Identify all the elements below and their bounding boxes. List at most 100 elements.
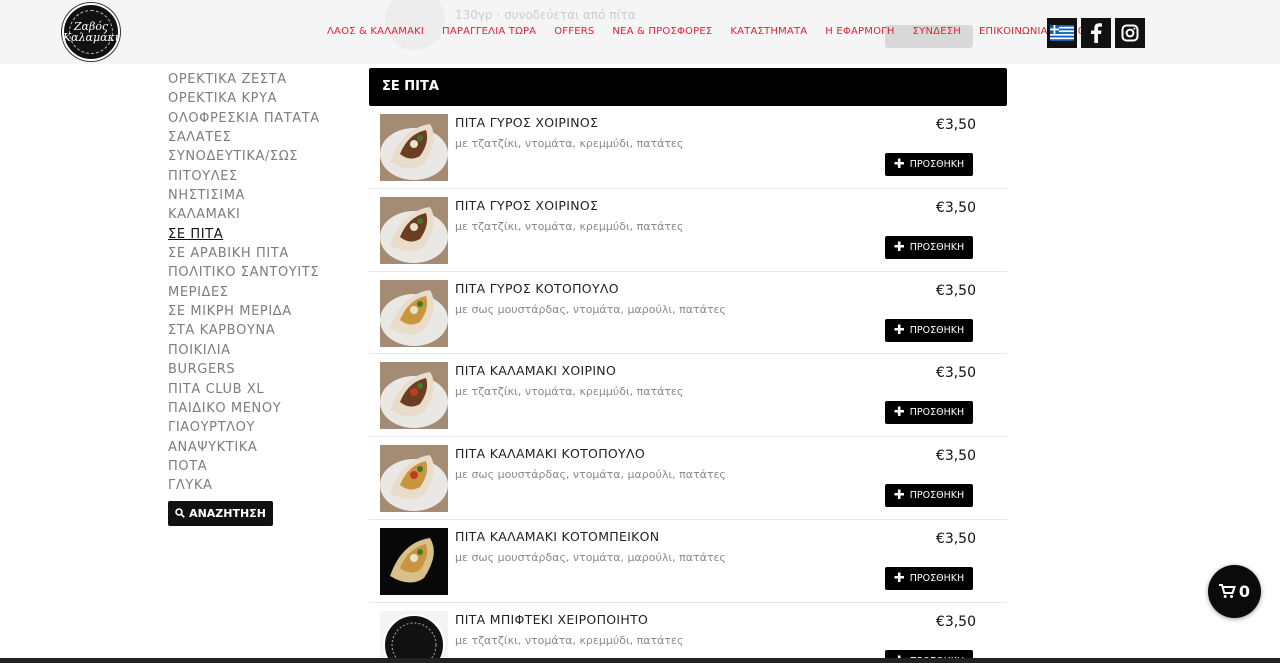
floating-cart-button[interactable]: 0	[1208, 565, 1261, 618]
product-name[interactable]: ΠΙΤΑ ΜΠΙΦΤΕΚΙ ΧΕΙΡΟΠΟΙΗΤΟ	[455, 612, 648, 627]
nav-item-order-now[interactable]: ΠΑΡΑΓΓΕΛΙΑ ΤΩΡΑ	[442, 26, 536, 37]
sidebar-item-soft-drinks[interactable]: ΑΝΑΨΥΚΤΙΚΑ	[168, 438, 348, 457]
product-row: ΠΙΤΑ ΚΑΛΑΜΑΚΙ ΚΟΤΟΜΠΕΙΚΟΝ με σως μουστάρδ…	[369, 520, 1007, 603]
product-image[interactable]	[380, 610, 448, 663]
add-to-cart-button[interactable]: ✚ ΠΡΟΣΘΗΚΗ	[885, 153, 973, 176]
plus-icon: ✚	[893, 239, 905, 255]
product-image[interactable]	[380, 362, 448, 430]
product-name[interactable]: ΠΙΤΑ ΚΑΛΑΜΑΚΙ ΧΟΙΡΙΝΟ	[455, 363, 616, 378]
plus-icon: ✚	[893, 570, 905, 586]
sidebar-item-salads[interactable]: ΣΑΛΑΤΕΣ	[168, 128, 348, 147]
product-description: με τζατζίκι, ντομάτα, κρεμμύδι, πατάτες	[455, 633, 684, 647]
add-to-cart-button[interactable]: ✚ ΠΡΟΣΘΗΚΗ	[885, 401, 973, 425]
cart-icon	[1218, 584, 1236, 598]
product-row: ΠΙΤΑ ΚΑΛΑΜΑΚΙ ΧΟΙΡΙΝΟ με τζατζίκι, ντομάτ…	[369, 354, 1007, 438]
product-name[interactable]: ΠΙΤΑ ΚΑΛΑΜΑΚΙ ΚΟΤΟΜΠΕΙΚΟΝ	[455, 529, 659, 544]
search-button[interactable]: ΑΝΑΖΗΤΗΣΗ	[168, 500, 273, 526]
product-price: €3,50	[935, 365, 976, 382]
add-to-cart-label: ΠΡΟΣΘΗΚΗ	[909, 572, 965, 584]
product-name[interactable]: ΠΙΤΑ ΓΥΡΟΣ ΚΟΤΟΠΟΥΛΟ	[455, 281, 619, 296]
add-to-cart-button[interactable]: ✚ ΠΡΟΣΘΗΚΗ	[885, 484, 973, 508]
category-sidebar: ΟΡΕΚΤΙΚΑ ΖΕΣΤΑ ΟΡΕΚΤΙΚΑ ΚΡΥΑ ΟΛΟΦΡΕΣΚΙΑ …	[168, 70, 348, 526]
product-price: €3,50	[935, 117, 976, 133]
add-to-cart-label: ΠΡΟΣΘΗΚΗ	[909, 490, 965, 502]
brand-logo[interactable]: Ζαβός Καλαμάκι	[62, 3, 120, 61]
nav-item-contact[interactable]: ΕΠΙΚΟΙΝΩΝΙΑ	[979, 26, 1048, 37]
sidebar-item-kids-menu[interactable]: ΠΑΙΔΙΚΟ ΜΕΝΟΥ	[168, 399, 348, 418]
product-description: με σως μουστάρδας, ντομάτα, μαρούλι, πατ…	[455, 468, 726, 482]
product-description: με σως μουστάρδας, ντομάτα, μαρούλι, πατ…	[455, 302, 726, 316]
sidebar-item-se-pita[interactable]: ΣΕ ΠΙΤΑ	[168, 225, 348, 244]
nav-item-login[interactable]: ΣΥΝΔΕΣΗ	[913, 26, 961, 37]
instagram-link[interactable]	[1115, 18, 1145, 48]
sidebar-item-pita-club-xl[interactable]: ΠΙΤΑ CLUB XL	[168, 380, 348, 399]
sidebar-item-desserts[interactable]: ΓΛΥΚΑ	[168, 476, 348, 495]
product-image[interactable]	[380, 279, 448, 347]
plus-icon: ✚	[893, 405, 905, 421]
sidebar-item-arabic-pita[interactable]: ΣΕ ΑΡΑΒΙΚΗ ΠΙΤΑ	[168, 244, 348, 263]
nav-item-offers[interactable]: OFFERS	[554, 26, 594, 37]
product-image[interactable]	[380, 196, 448, 264]
add-to-cart-button[interactable]: ✚ ΠΡΟΣΘΗΚΗ	[885, 566, 973, 590]
nav-item-stores[interactable]: ΚΑΤΑΣΤΗΜΑΤΑ	[730, 26, 807, 37]
sidebar-item-small-portion[interactable]: ΣΕ ΜΙΚΡΗ ΜΕΡΙΔΑ	[168, 302, 348, 321]
product-list: ΠΙΤΑ ΓΥΡΟΣ ΧΟΙΡΙΝΟΣ με τζατζίκι, ντομάτα,…	[369, 106, 1007, 663]
nav-item-news-offers[interactable]: ΝΕΑ & ΠΡΟΣΦΟΡΕΣ	[612, 26, 712, 37]
sidebar-item-sides-sauces[interactable]: ΣΥΝΟΔΕΥΤΙΚΑ/ΣΩΣ	[168, 147, 348, 166]
product-row: ΠΙΤΑ ΚΑΛΑΜΑΚΙ ΚΟΤΟΠΟΥΛΟ με σως μουστάρδας…	[369, 437, 1007, 520]
plus-icon: ✚	[893, 157, 905, 172]
product-image[interactable]	[380, 114, 448, 181]
add-to-cart-label: ΠΡΟΣΘΗΚΗ	[909, 159, 965, 170]
sidebar-item-pitoules[interactable]: ΠΙΤΟΥΛΕΣ	[168, 167, 348, 186]
nav-item-laos-kalamaki[interactable]: ΛΑΟΣ & ΚΑΛΑΜΑΚΙ	[327, 26, 424, 37]
plus-icon: ✚	[893, 322, 905, 338]
product-row: ΠΙΤΑ ΓΥΡΟΣ ΧΟΙΡΙΝΟΣ με τζατζίκι, ντομάτα,…	[369, 189, 1007, 272]
sidebar-item-lenten[interactable]: ΝΗΣΤΙΣΙΜΑ	[168, 186, 348, 205]
product-description: με τζατζίκι, ντομάτα, κρεμμύδι, πατάτες	[455, 137, 684, 150]
floating-cart-count: 0	[1238, 582, 1251, 601]
product-description: με σως μουστάρδας, ντομάτα, μαρούλι, πατ…	[455, 550, 726, 564]
add-to-cart-label: ΠΡΟΣΘΗΚΗ	[909, 407, 965, 419]
site-header: 130γρ · συνοδεύεται από πίτα Ζαβός Καλαμ…	[0, 0, 1280, 64]
ghost-text: 130γρ · συνοδεύεται από πίτα	[455, 8, 636, 22]
sidebar-item-fresh-fries[interactable]: ΟΛΟΦΡΕΣΚΙΑ ΠΑΤΑΤΑ	[168, 109, 348, 128]
facebook-icon	[1091, 23, 1102, 43]
product-row: ΠΙΤΑ ΓΥΡΟΣ ΧΟΙΡΙΝΟΣ με τζατζίκι, ντομάτα,…	[369, 106, 1007, 189]
greek-flag-icon	[1050, 25, 1074, 41]
sidebar-item-appetizers-cold[interactable]: ΟΡΕΚΤΙΚΑ ΚΡΥΑ	[168, 89, 348, 108]
product-image[interactable]	[380, 445, 448, 513]
search-button-label: ΑΝΑΖΗΤΗΣΗ	[189, 506, 266, 520]
sidebar-item-drinks[interactable]: ΠΟΤΑ	[168, 457, 348, 476]
product-description: με τζατζίκι, ντομάτα, κρεμμύδι, πατάτες	[455, 219, 684, 233]
sidebar-item-kalamaki[interactable]: ΚΑΛΑΜΑΚΙ	[168, 205, 348, 224]
language-greek-button[interactable]	[1047, 18, 1077, 48]
product-price: €3,50	[935, 530, 976, 547]
nav-item-app[interactable]: Η ΕΦΑΡΜΟΓΗ	[825, 26, 894, 37]
sidebar-item-burgers[interactable]: BURGERS	[168, 360, 348, 379]
product-name[interactable]: ΠΙΤΑ ΚΑΛΑΜΑΚΙ ΚΟΤΟΠΟΥΛΟ	[455, 446, 645, 461]
product-name[interactable]: ΠΙΤΑ ΓΥΡΟΣ ΧΟΙΡΙΝΟΣ	[455, 115, 598, 130]
section-title: ΣΕ ΠΙΤΑ	[369, 68, 1007, 106]
product-name[interactable]: ΠΙΤΑ ΓΥΡΟΣ ΧΟΙΡΙΝΟΣ	[455, 198, 598, 213]
product-description: με τζατζίκι, ντομάτα, κρεμμύδι, πατάτες	[455, 385, 684, 399]
product-price: €3,50	[935, 199, 976, 216]
add-to-cart-button[interactable]: ✚ ΠΡΟΣΘΗΚΗ	[885, 235, 973, 259]
main-nav: ΛΑΟΣ & ΚΑΛΑΜΑΚΙ ΠΑΡΑΓΓΕΛΙΑ ΤΩΡΑ OFFERS Ν…	[327, 26, 1084, 37]
ghost-logo	[385, 0, 445, 50]
facebook-link[interactable]	[1081, 18, 1111, 48]
product-price: €3,50	[935, 448, 976, 465]
product-image[interactable]	[380, 527, 448, 595]
instagram-icon	[1121, 24, 1139, 42]
sidebar-item-politiko-sandwich[interactable]: ΠΟΛΙΤΙΚΟ ΣΑΝΤΟΥΙΤΣ	[168, 263, 348, 282]
sidebar-item-charcoal[interactable]: ΣΤΑ ΚΑΡΒΟΥΝΑ	[168, 321, 348, 340]
footer-edge	[0, 658, 1280, 663]
sidebar-item-variety[interactable]: ΠΟΙΚΙΛΙΑ	[168, 341, 348, 360]
add-to-cart-label: ΠΡΟΣΘΗΚΗ	[909, 324, 965, 336]
product-price: €3,50	[935, 282, 976, 299]
sidebar-item-giaourtlou[interactable]: ΓΙΑΟΥΡΤΛΟΥ	[168, 418, 348, 437]
logo-text: Ζαβός Καλαμάκι	[63, 10, 119, 54]
sidebar-item-portions[interactable]: ΜΕΡΙΔΕΣ	[168, 283, 348, 302]
add-to-cart-button[interactable]: ✚ ΠΡΟΣΘΗΚΗ	[885, 318, 973, 342]
sidebar-item-appetizers-hot[interactable]: ΟΡΕΚΤΙΚΑ ΖΕΣΤΑ	[168, 70, 348, 89]
plus-icon: ✚	[893, 488, 905, 504]
